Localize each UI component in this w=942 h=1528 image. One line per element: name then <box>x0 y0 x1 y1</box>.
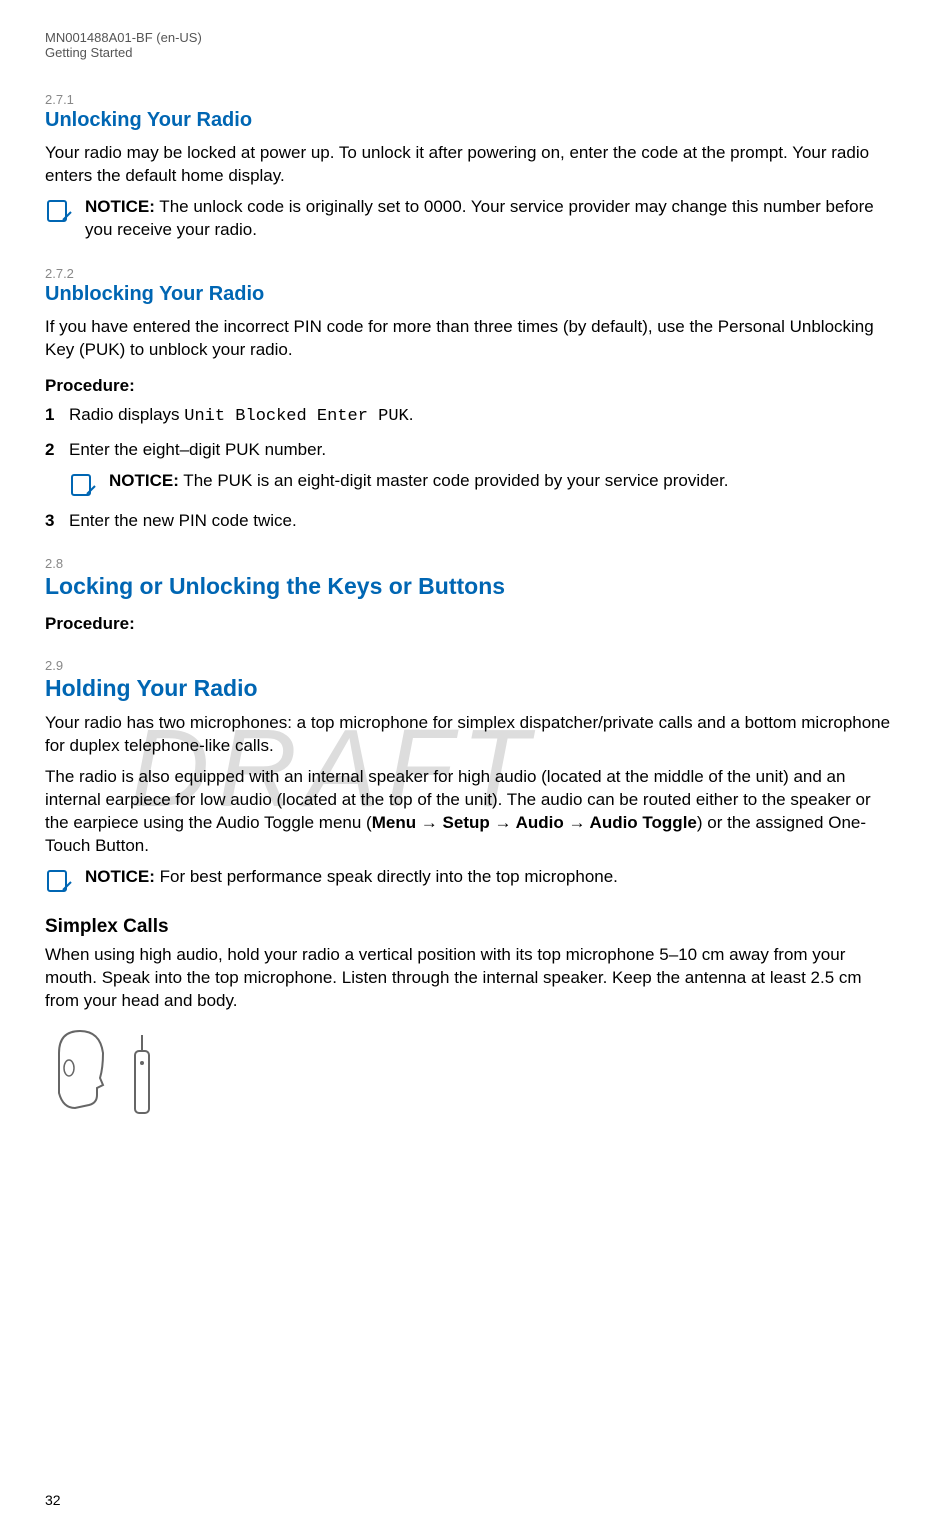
notice-icon <box>69 472 99 500</box>
notice-label: NOTICE: <box>85 197 155 216</box>
para-271: Your radio may be locked at power up. To… <box>45 142 897 188</box>
step-number: 2 <box>45 439 54 462</box>
notice-block-271: NOTICE: The unlock code is originally se… <box>45 196 897 242</box>
step3-text: Enter the new PIN code twice. <box>69 511 297 530</box>
section-heading-29: Holding Your Radio <box>45 675 897 702</box>
para-29-1: Your radio has two microphones: a top mi… <box>45 712 897 758</box>
section-heading-28: Locking or Unlocking the Keys or Buttons <box>45 573 897 600</box>
para-simplex: When using high audio, hold your radio a… <box>45 944 897 1013</box>
notice-text-271: NOTICE: The unlock code is originally se… <box>85 196 897 242</box>
notice-body: The PUK is an eight-digit master code pr… <box>179 471 729 490</box>
notice-block-29: NOTICE: For best performance speak direc… <box>45 866 897 896</box>
step1-suffix: . <box>409 405 414 424</box>
holding-radio-illustration <box>45 1023 897 1138</box>
notice-block-step2: NOTICE: The PUK is an eight-digit master… <box>69 470 897 500</box>
section-heading-271: Unlocking Your Radio <box>45 109 897 132</box>
notice-body: The unlock code is originally set to 000… <box>85 197 874 239</box>
notice-label: NOTICE: <box>109 471 179 490</box>
notice-icon <box>45 868 75 896</box>
section-number-272: 2.7.2 <box>45 266 897 281</box>
notice-text-step2: NOTICE: The PUK is an eight-digit master… <box>109 470 897 493</box>
page-content: MN001488A01-BF (en-US) Getting Started 2… <box>45 30 897 1138</box>
header-doc-id: MN001488A01-BF (en-US) <box>45 30 897 45</box>
step-number: 1 <box>45 404 54 427</box>
section-number-28: 2.8 <box>45 556 897 571</box>
page-number: 32 <box>45 1492 61 1508</box>
notice-icon <box>45 198 75 226</box>
procedure-label-28: Procedure: <box>45 614 897 634</box>
subheading-simplex: Simplex Calls <box>45 916 897 938</box>
notice-body: For best performance speak directly into… <box>155 867 618 886</box>
step-2: 2 Enter the eight–digit PUK number. NOTI… <box>69 439 897 500</box>
procedure-label-272: Procedure: <box>45 376 897 396</box>
step-number: 3 <box>45 510 54 533</box>
para-272: If you have entered the incorrect PIN co… <box>45 316 897 362</box>
step1-prefix: Radio displays <box>69 405 184 424</box>
header-chapter: Getting Started <box>45 45 897 60</box>
menu-path: Menu → Setup → Audio → Audio Toggle <box>372 813 697 832</box>
step1-code: Unit Blocked Enter PUK <box>184 407 408 426</box>
step2-text: Enter the eight–digit PUK number. <box>69 440 326 459</box>
step-3: 3 Enter the new PIN code twice. <box>69 510 897 533</box>
notice-label: NOTICE: <box>85 867 155 886</box>
section-heading-272: Unblocking Your Radio <box>45 283 897 306</box>
para-29-2: The radio is also equipped with an inter… <box>45 766 897 858</box>
section-number-271: 2.7.1 <box>45 92 897 107</box>
step-1: 1 Radio displays Unit Blocked Enter PUK. <box>69 404 897 429</box>
section-number-29: 2.9 <box>45 658 897 673</box>
notice-text-29: NOTICE: For best performance speak direc… <box>85 866 897 889</box>
procedure-list-272: 1 Radio displays Unit Blocked Enter PUK.… <box>45 404 897 533</box>
